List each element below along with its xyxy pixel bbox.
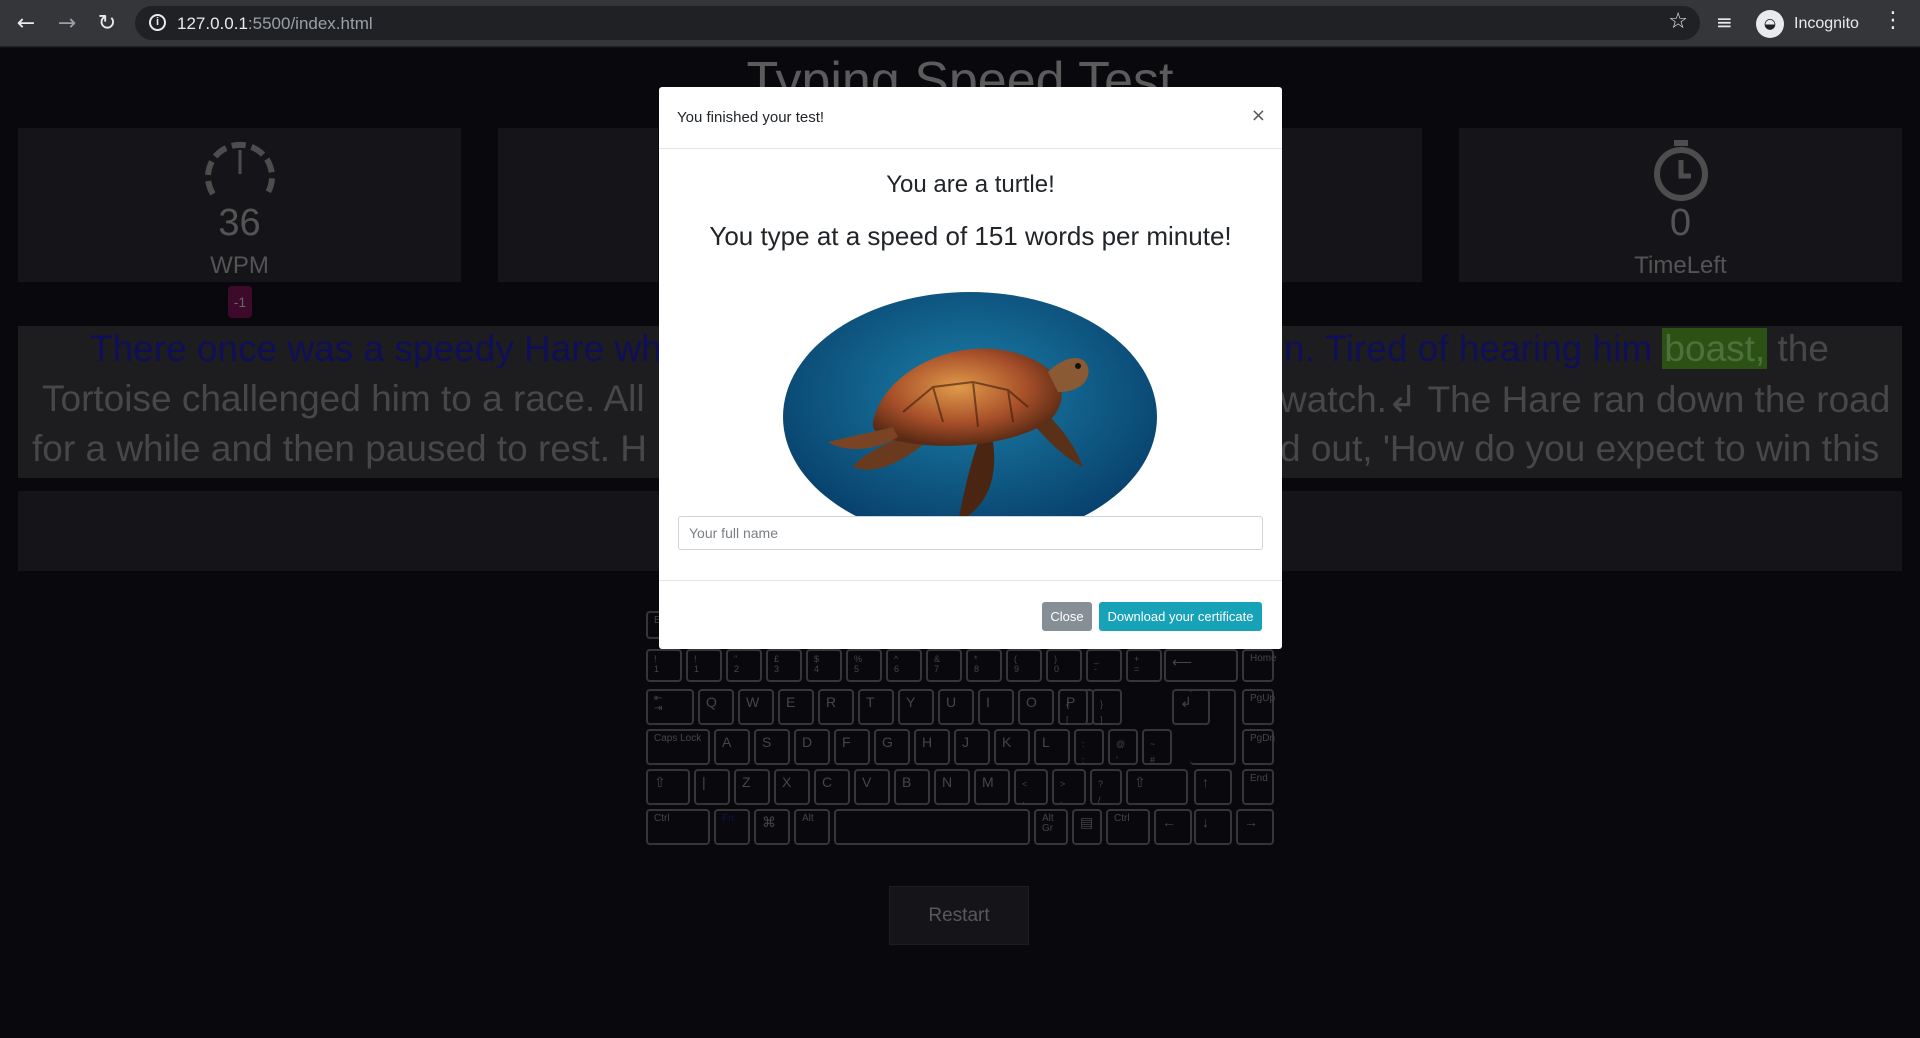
- modal-title: You finished your test!: [677, 109, 825, 126]
- forward-icon[interactable]: →: [51, 8, 83, 40]
- result-speed-text: You type at a speed of 151 words per min…: [709, 221, 1232, 251]
- reload-icon[interactable]: ↻: [91, 8, 123, 40]
- back-icon[interactable]: ←: [10, 8, 42, 40]
- close-button[interactable]: Close: [1042, 602, 1092, 631]
- reading-list-icon[interactable]: ≡: [1716, 10, 1733, 34]
- browser-menu-icon[interactable]: ⋮: [1882, 8, 1904, 33]
- bookmark-star-icon[interactable]: ☆: [1668, 9, 1688, 34]
- site-info-icon[interactable]: i: [149, 14, 166, 31]
- modal-footer: Close Download your certificate: [659, 580, 1282, 649]
- modal-header: You finished your test! ×: [659, 87, 1282, 149]
- result-animal-text: You are a turtle!: [886, 171, 1055, 198]
- turtle-image: [783, 292, 1157, 542]
- download-certificate-button[interactable]: Download your certificate: [1099, 602, 1262, 631]
- full-name-input[interactable]: [678, 516, 1263, 550]
- incognito-label: Incognito: [1794, 15, 1859, 32]
- url-text[interactable]: 127.0.0.1:5500/index.html: [177, 14, 373, 34]
- browser-toolbar: ← → ↻ i 127.0.0.1:5500/index.html ☆ ≡ ◒ …: [0, 0, 1920, 47]
- results-modal: You finished your test! × You are a turt…: [659, 87, 1282, 649]
- close-icon[interactable]: ×: [1251, 105, 1266, 126]
- address-bar[interactable]: i 127.0.0.1:5500/index.html ☆: [135, 6, 1700, 40]
- incognito-icon: ◒: [1756, 10, 1784, 38]
- incognito-profile[interactable]: ◒ Incognito: [1756, 8, 1859, 40]
